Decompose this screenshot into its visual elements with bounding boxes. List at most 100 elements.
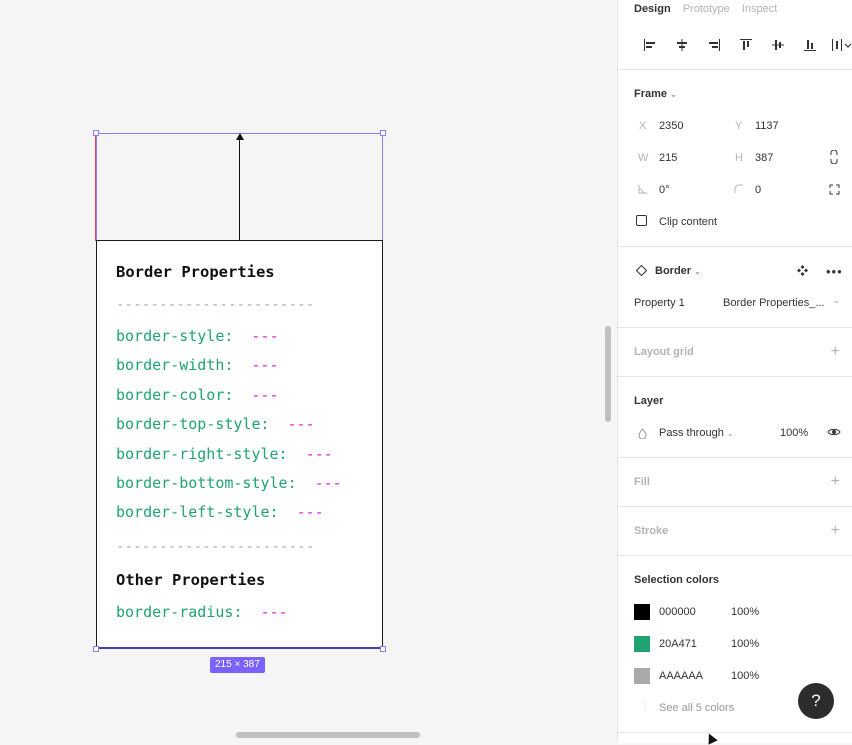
frame-title: Frame xyxy=(634,88,668,100)
color-opacity[interactable]: 100% xyxy=(731,670,759,682)
clip-content-checkbox[interactable] xyxy=(636,215,647,226)
frame-section-title[interactable]: Frame ⌄ xyxy=(634,88,677,100)
divider xyxy=(618,376,852,377)
resize-handle[interactable] xyxy=(93,130,99,136)
independent-corners-icon[interactable] xyxy=(829,184,840,198)
prop-row: border-left-style: --- xyxy=(116,503,324,521)
color-hex[interactable]: AAAAAA xyxy=(659,670,703,682)
prop-name: border-right-style: xyxy=(116,445,288,463)
tab-prototype[interactable]: Prototype xyxy=(683,3,730,15)
align-vertical-center-icon[interactable] xyxy=(762,36,794,54)
color-opacity[interactable]: 100% xyxy=(731,606,759,618)
divider xyxy=(618,555,852,556)
horizontal-scrollbar[interactable] xyxy=(236,732,420,738)
x-field[interactable]: 2350 xyxy=(659,120,683,132)
resize-handle[interactable] xyxy=(93,646,99,652)
align-right-icon[interactable] xyxy=(698,36,730,54)
color-swatch[interactable] xyxy=(634,636,650,652)
height-field[interactable]: 387 xyxy=(755,152,773,164)
clip-content-label: Clip content xyxy=(659,216,718,228)
add-fill-icon[interactable]: + xyxy=(831,474,840,490)
prop-value: --- xyxy=(314,474,342,492)
prop-value: --- xyxy=(251,356,279,374)
constrain-proportions-icon[interactable] xyxy=(830,149,838,167)
color-hex[interactable]: 20A471 xyxy=(659,638,697,650)
property-label: Property 1 xyxy=(634,297,685,309)
prop-value: --- xyxy=(251,327,279,345)
divider xyxy=(618,69,852,70)
add-layout-grid-icon[interactable]: + xyxy=(831,344,840,360)
blend-mode-select[interactable]: Pass through ⌄ xyxy=(659,427,734,439)
prop-name: border-width: xyxy=(116,356,234,374)
prop-value: --- xyxy=(260,603,288,621)
panel-tabs: Design Prototype Inspect xyxy=(634,3,777,15)
help-button[interactable]: ? xyxy=(798,683,834,719)
prop-row: border-color: --- xyxy=(116,386,279,404)
component-instance-icon xyxy=(635,264,648,279)
divider xyxy=(618,457,852,458)
prop-row: border-style: --- xyxy=(116,327,279,345)
tab-design[interactable]: Design xyxy=(634,3,671,15)
drag-handle-icon: ⋮ xyxy=(640,702,650,713)
align-bottom-icon[interactable] xyxy=(794,36,826,54)
alignment-toolbar xyxy=(634,36,852,54)
prop-row: border-width: --- xyxy=(116,356,279,374)
h-label: H xyxy=(735,152,743,164)
align-left-icon[interactable] xyxy=(634,36,666,54)
prop-value: --- xyxy=(287,415,315,433)
corner-radius-icon xyxy=(734,184,744,197)
add-stroke-icon[interactable]: + xyxy=(831,523,840,539)
stroke-title: Stroke xyxy=(634,525,669,537)
eye-icon[interactable] xyxy=(827,427,841,440)
color-opacity[interactable]: 100% xyxy=(731,638,759,650)
selection-colors-title: Selection colors xyxy=(634,574,719,586)
border-properties-card[interactable]: Border Properties ----------------------… xyxy=(96,240,383,649)
x-label: X xyxy=(639,120,647,132)
color-swatch[interactable] xyxy=(634,668,650,684)
prop-row: border-radius: --- xyxy=(116,603,288,621)
width-field[interactable]: 215 xyxy=(659,152,677,164)
align-horizontal-center-icon[interactable] xyxy=(666,36,698,54)
property-value-select[interactable]: Border Properties_... xyxy=(723,297,831,309)
dimension-badge: 215 × 387 xyxy=(210,657,265,673)
see-all-colors-link[interactable]: See all 5 colors xyxy=(659,702,734,714)
divider xyxy=(618,732,852,733)
w-label: W xyxy=(638,152,649,164)
component-name-label: Border xyxy=(655,265,692,277)
vertical-scrollbar[interactable] xyxy=(605,326,611,422)
corner-radius-field[interactable]: 0 xyxy=(755,184,761,196)
rotation-field[interactable]: 0° xyxy=(659,184,670,196)
prop-name: border-style: xyxy=(116,327,234,345)
prop-value: --- xyxy=(296,503,324,521)
color-swatch[interactable] xyxy=(634,604,650,620)
prop-name: border-bottom-style: xyxy=(116,474,297,492)
divider xyxy=(618,506,852,507)
y-field[interactable]: 1137 xyxy=(755,120,779,132)
resize-handle[interactable] xyxy=(380,646,386,652)
distribute-icon[interactable] xyxy=(826,36,852,54)
prop-row: border-right-style: --- xyxy=(116,445,333,463)
more-options-icon[interactable]: ••• xyxy=(826,264,843,279)
y-label: Y xyxy=(735,120,743,132)
card-divider: ----------------------- xyxy=(116,539,315,555)
layer-opacity-field[interactable]: 100% xyxy=(780,427,808,439)
color-hex[interactable]: 000000 xyxy=(659,606,696,618)
tab-inspect[interactable]: Inspect xyxy=(742,3,777,15)
arrow-head-icon xyxy=(236,133,244,140)
chevron-down-icon[interactable]: ⌄ xyxy=(833,296,840,305)
rotation-icon xyxy=(638,184,648,197)
prop-value: --- xyxy=(251,386,279,404)
chevron-down-icon: ⌄ xyxy=(670,90,677,99)
canvas[interactable]: Border Properties ----------------------… xyxy=(0,0,617,743)
chevron-down-icon: ⌄ xyxy=(694,267,701,276)
arrow-line xyxy=(239,138,240,241)
divider xyxy=(618,246,852,247)
component-name[interactable]: Border ⌄ xyxy=(655,265,701,277)
align-top-icon[interactable] xyxy=(730,36,762,54)
card-subtitle: Other Properties xyxy=(116,571,266,589)
go-to-main-component-icon[interactable] xyxy=(797,265,808,279)
properties-panel: Design Prototype Inspect Frame ⌄ X 2350 … xyxy=(617,0,852,743)
layer-title: Layer xyxy=(634,395,664,407)
resize-handle[interactable] xyxy=(380,130,386,136)
prop-name: border-radius: xyxy=(116,603,243,621)
